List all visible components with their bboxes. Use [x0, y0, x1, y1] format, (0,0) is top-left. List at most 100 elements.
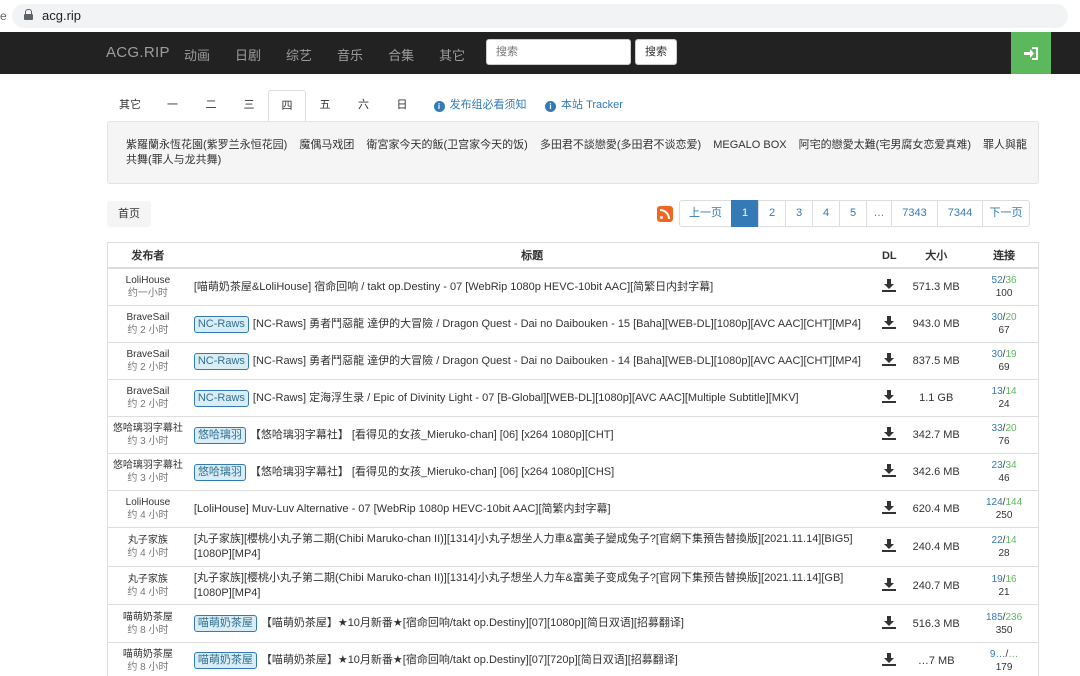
publish-time: 约 3 小时 [127, 436, 169, 447]
nav-link-other[interactable]: 其它 [439, 45, 465, 64]
team-label[interactable]: NC-Raws [193, 352, 249, 370]
login-button[interactable] [1011, 32, 1051, 74]
publisher-name[interactable]: 悠哈璃羽字幕社 [108, 459, 188, 472]
nav-link-jdrama[interactable]: 日剧 [235, 45, 261, 64]
nav-link-variety[interactable]: 综艺 [286, 45, 312, 64]
torrent-title-link[interactable]: 【喵萌奶茶屋】★10月新番★[宿命回响/takt op.Destiny][07]… [261, 617, 684, 629]
tab-publisher-notice[interactable]: i 发布组必看须知 [421, 90, 539, 122]
tab-other[interactable]: 其它 [107, 90, 153, 122]
publisher-name[interactable]: BraveSail [108, 348, 188, 361]
download-cell [876, 539, 902, 555]
breadcrumb[interactable]: 首页 [107, 201, 151, 227]
leechers-count: 236 [1005, 611, 1023, 623]
table-row: 喵萌奶茶屋约 8 小时 喵萌奶茶屋 【喵萌奶茶屋】★10月新番★[宿命回响/takt… [108, 643, 1038, 676]
torrent-title-link[interactable]: [NC-Raws] 勇者鬥惡龍 達伊的大冒險 / Dragon Quest - … [253, 355, 861, 367]
publisher-name[interactable]: LoliHouse [108, 274, 188, 287]
page-2[interactable]: 2 [758, 200, 786, 227]
lock-icon[interactable] [24, 9, 33, 20]
download-icon[interactable] [882, 615, 897, 632]
publisher-name[interactable]: 丸子家族 [108, 573, 188, 586]
page-7344[interactable]: 7344 [937, 200, 983, 227]
tab-tue[interactable]: 二 [192, 90, 230, 122]
download-icon[interactable] [882, 279, 897, 295]
schedule-item[interactable]: 阿宅的戀愛太難(宅男腐女恋爱真难) [799, 139, 971, 151]
torrent-title-link[interactable]: [丸子家族][樱桃小丸子第二期(Chibi Maruko-chan II)][1… [194, 572, 844, 599]
publisher-name[interactable]: BraveSail [108, 385, 188, 398]
torrent-table: 发布者 标题 DL 大小 连接 LoliHouse 约一小时 [喵萌奶茶屋&Loli… [107, 242, 1039, 676]
nav-link-anime[interactable]: 动画 [184, 45, 210, 64]
schedule-item[interactable]: 紫羅蘭永恆花園(紫罗兰永恒花园) [126, 139, 287, 151]
site-brand[interactable]: ACG.RIP [106, 44, 170, 61]
torrent-title-link[interactable]: [LoliHouse] Muv-Luv Alternative - 07 [We… [194, 503, 611, 515]
publisher-name[interactable]: BraveSail [108, 311, 188, 324]
download-icon[interactable] [882, 316, 897, 332]
size-cell: 240.4 MB [912, 541, 960, 553]
tab-sat[interactable]: 六 [344, 90, 383, 122]
page-prev[interactable]: 上一页 [679, 200, 732, 227]
url-text[interactable]: acg.rip [42, 8, 81, 23]
table-body: LoliHouse 约一小时 [喵萌奶茶屋&LoliHouse] 宿命回响 / ta… [108, 269, 1038, 676]
day-schedule-panel: 紫羅蘭永恆花園(紫罗兰永恒花园) 魔偶马戏团 衛宮家今天的飯(卫宫家今天的饭) … [107, 121, 1039, 184]
download-icon[interactable] [882, 652, 897, 669]
torrent-title-link[interactable]: 【悠哈璃羽字幕社】 [看得见的女孩_Mieruko-chan] [06] [x2… [250, 429, 614, 441]
torrent-title-link[interactable]: [NC-Raws] 定海浮生录 / Epic of Divinity Light… [253, 392, 799, 404]
torrent-title-link[interactable]: [NC-Raws] 勇者鬥惡龍 達伊的大冒險 / Dragon Quest - … [253, 318, 861, 330]
torrent-title-link[interactable]: [丸子家族][櫻桃小丸子第二期(Chibi Maruko-chan II)][1… [194, 533, 853, 560]
table-row: 悠哈璃羽字幕社约 3 小时 悠哈璃羽 【悠哈璃羽字幕社】 [看得见的女孩_Mieru… [108, 417, 1038, 454]
torrent-title-link[interactable]: [喵萌奶茶屋&LoliHouse] 宿命回响 / takt op.Destiny… [194, 281, 713, 293]
publisher-name[interactable]: 丸子家族 [108, 534, 188, 547]
connections-cell: 19/16 21 [970, 573, 1038, 599]
download-icon[interactable] [882, 427, 897, 443]
title-cell: 悠哈璃羽 【悠哈璃羽字幕社】 [看得见的女孩_Mieruko-chan] [06]… [188, 463, 877, 481]
page-3[interactable]: 3 [785, 200, 813, 227]
nav-link-collection[interactable]: 合集 [388, 45, 414, 64]
downloads-count: 350 [995, 624, 1013, 636]
publisher-name[interactable]: 悠哈璃羽字幕社 [108, 422, 188, 435]
publisher-cell: 丸子家族约 4 小时 [108, 534, 188, 560]
team-label[interactable]: 悠哈璃羽 [193, 426, 246, 444]
search-button[interactable]: 搜索 [635, 39, 677, 65]
download-icon[interactable] [882, 464, 897, 480]
tab-mon[interactable]: 一 [153, 90, 192, 122]
seeders-count: 9… [989, 648, 1006, 660]
torrent-title-link[interactable]: 【喵萌奶茶屋】★10月新番★[宿命回响/takt op.Destiny][07]… [261, 654, 678, 666]
page-next[interactable]: 下一页 [982, 200, 1030, 227]
torrent-title-link[interactable]: 【悠哈璃羽字幕社】 [看得见的女孩_Mieruko-chan] [06] [x2… [250, 466, 614, 478]
page-5[interactable]: 5 [839, 200, 867, 227]
nav-link-music[interactable]: 音乐 [337, 45, 363, 64]
download-icon[interactable] [882, 501, 897, 517]
publisher-name[interactable]: 喵萌奶茶屋 [108, 611, 188, 624]
team-label[interactable]: NC-Raws [193, 315, 249, 333]
tab-wed[interactable]: 三 [230, 90, 268, 122]
downloads-count: 67 [998, 325, 1010, 336]
schedule-item[interactable]: 魔偶马戏团 [299, 139, 354, 151]
download-icon[interactable] [882, 390, 897, 406]
schedule-item[interactable]: 衛宮家今天的飯(卫宫家今天的饭) [366, 139, 527, 151]
page-7343[interactable]: 7343 [891, 200, 938, 227]
download-cell [876, 390, 902, 406]
team-label[interactable]: 喵萌奶茶屋 [193, 615, 257, 632]
team-label[interactable]: 喵萌奶茶屋 [193, 652, 257, 669]
tab-fri[interactable]: 五 [306, 90, 344, 122]
download-icon[interactable] [882, 577, 897, 594]
address-field[interactable] [12, 4, 1068, 28]
publisher-name[interactable]: 喵萌奶茶屋 [108, 648, 188, 661]
team-label[interactable]: 悠哈璃羽 [193, 463, 246, 481]
rss-icon[interactable] [657, 206, 673, 222]
browser-address-bar: e acg.rip [0, 0, 1080, 32]
schedule-item[interactable]: MEGALO BOX [713, 139, 786, 151]
download-icon[interactable] [882, 353, 897, 369]
page-4[interactable]: 4 [812, 200, 840, 227]
publisher-name[interactable]: LoliHouse [108, 496, 188, 509]
seeders-count: 30 [991, 312, 1003, 323]
download-icon[interactable] [882, 539, 897, 555]
tab-tracker[interactable]: i 本站 Tracker [539, 90, 629, 122]
size-cell: 240.7 MB [912, 579, 960, 592]
search-input[interactable] [486, 39, 631, 65]
team-label[interactable]: NC-Raws [193, 389, 249, 407]
tab-sun[interactable]: 日 [383, 90, 421, 122]
page-1[interactable]: 1 [731, 200, 759, 227]
schedule-item[interactable]: 多田君不談戀愛(多田君不谈恋爱) [540, 139, 701, 151]
back-button-fragment[interactable]: e [0, 9, 7, 23]
tab-thu[interactable]: 四 [268, 90, 306, 122]
